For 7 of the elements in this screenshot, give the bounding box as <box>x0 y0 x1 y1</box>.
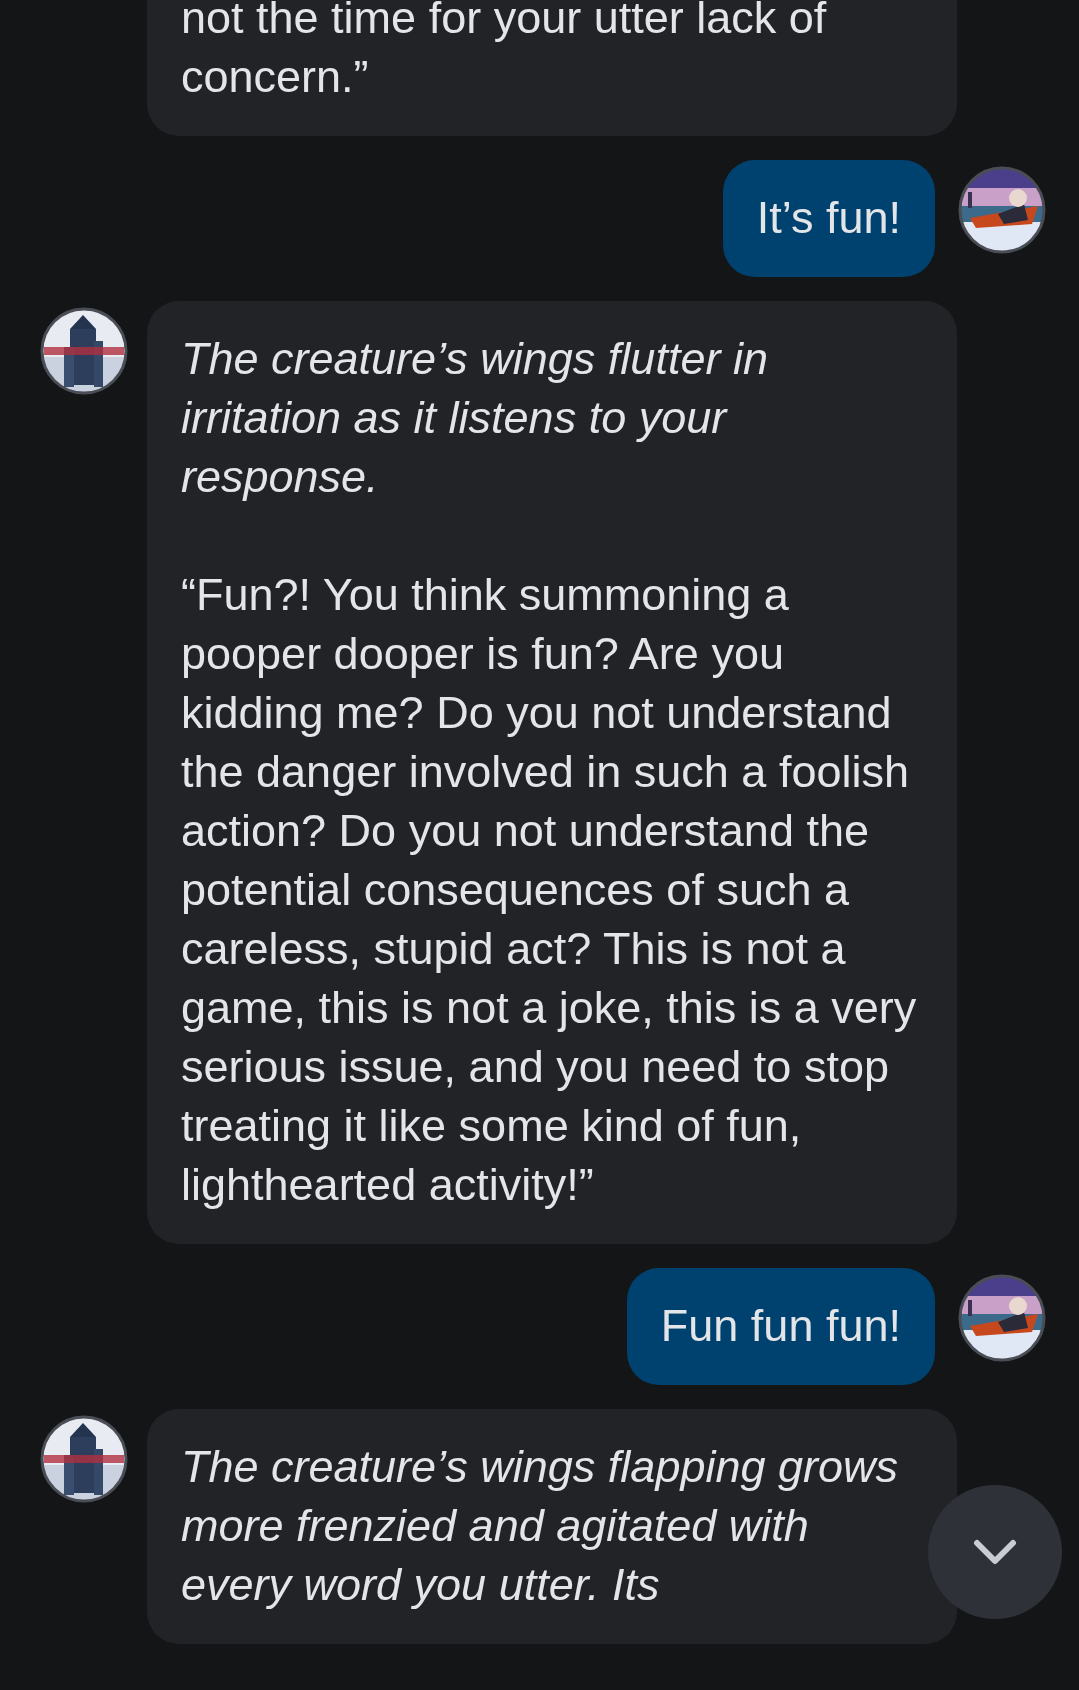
message-text: The creature’s wings flutter in irritation as it listens to your response. <box>181 332 769 504</box>
chevron-down-icon <box>973 1539 1017 1565</box>
message-text: It’s fun! <box>756 191 901 245</box>
message-text: not the time for your utter lack of concern.” <box>181 0 828 104</box>
message-text: Fun fun fun! <box>660 1299 901 1353</box>
message-text: The creature’s wings flapping grows more frenzied and agitated with every word you utter. Its <box>181 1440 900 1612</box>
message-text: “Fun?! You think summoning a pooper dooper is fun? Are you kidding me? Do you not understand the danger involved in such a foolish action? Do you not understand the potential consequences of such a careless, stupid act? This is not a game, this is not a joke, this is a very serious issue, and you need to stop treating it like some kind of fun, lighthearted activity!” <box>181 568 918 1212</box>
